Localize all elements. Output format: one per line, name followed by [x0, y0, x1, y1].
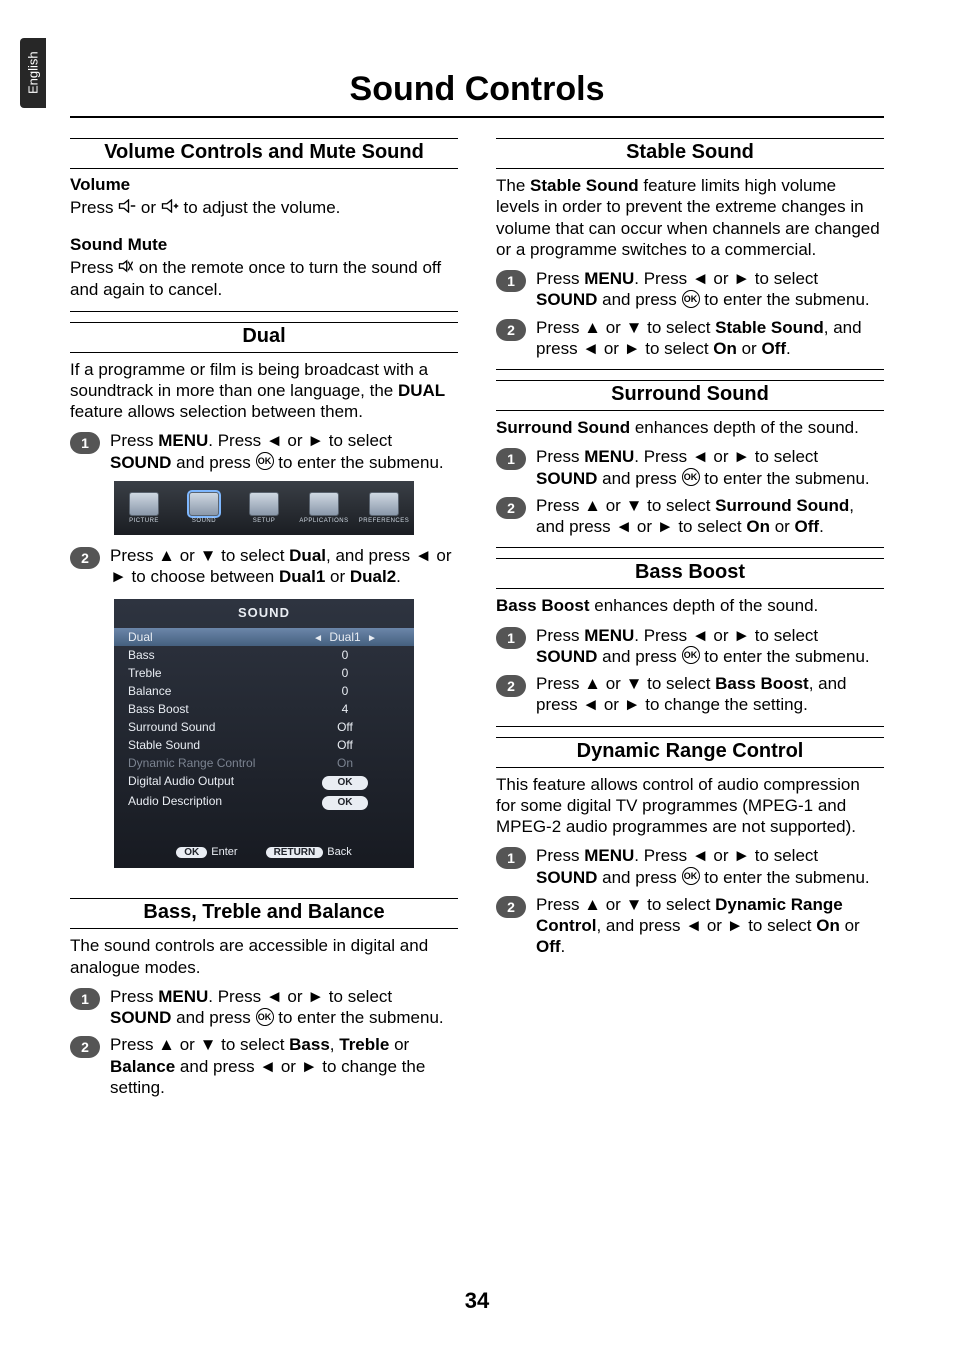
osd-title: SOUND	[114, 599, 414, 628]
heading-bass-treble-balance: Bass, Treble and Balance	[70, 898, 458, 929]
menubar-preferences: PREFERENCES	[354, 481, 414, 535]
osd-row-value: OK	[290, 774, 400, 790]
menubar-picture: PICTURE	[114, 481, 174, 535]
page-title: Sound Controls	[0, 70, 954, 109]
osd-row-value: OK	[290, 794, 400, 810]
step-badge-2: 2	[496, 319, 526, 341]
bassboost-step-1: 1 Press MENU. Press ◄ or ► to select SOU…	[496, 625, 884, 668]
osd-row: Digital Audio OutputOK	[114, 772, 414, 792]
osd-row-value: Off	[290, 720, 400, 734]
subheading-volume: Volume	[70, 175, 458, 195]
dual-step-1: 1 Press MENU. Press ◄ or ► to select SOU…	[70, 430, 458, 473]
osd-row-value: 0	[290, 684, 400, 698]
osd-row-value: 4	[290, 702, 400, 716]
osd-row: Treble0	[114, 664, 414, 682]
menubar-setup: SETUP	[234, 481, 294, 535]
divider	[496, 547, 884, 548]
stable-step-2: 2 Press ▲ or ▼ to select Stable Sound, a…	[496, 317, 884, 360]
volume-up-icon	[161, 197, 179, 218]
bassboost-step-2: 2 Press ▲ or ▼ to select Bass Boost, and…	[496, 673, 884, 716]
volume-text: Press or to adjust the volume.	[70, 197, 458, 219]
surround-step-2: 2 Press ▲ or ▼ to select Surround Sound,…	[496, 495, 884, 538]
divider	[70, 311, 458, 312]
osd-row: Stable SoundOff	[114, 736, 414, 754]
osd-row: Dynamic Range ControlOn	[114, 754, 414, 772]
ok-icon: OK	[682, 646, 700, 664]
drc-intro: This feature allows control of audio com…	[496, 774, 884, 838]
mute-icon	[118, 257, 134, 278]
heading-dynamic-range-control: Dynamic Range Control	[496, 737, 884, 768]
bassboost-intro: Bass Boost enhances depth of the sound.	[496, 595, 884, 616]
menubar-graphic: PICTURE SOUND SETUP APPLICATIONS PREFERE…	[114, 481, 414, 535]
heading-surround-sound: Surround Sound	[496, 380, 884, 411]
step-badge-2: 2	[70, 547, 100, 569]
step-badge-2: 2	[70, 1036, 100, 1058]
drc-step-2: 2 Press ▲ or ▼ to select Dynamic Range C…	[496, 894, 884, 958]
page-number: 34	[0, 1288, 954, 1314]
osd-footer: OKEnter RETURNBack	[114, 846, 414, 858]
osd-row-label: Bass Boost	[128, 702, 290, 716]
mute-text: Press on the remote once to turn the sou…	[70, 257, 458, 300]
btb-step-1: 1 Press MENU. Press ◄ or ► to select SOU…	[70, 986, 458, 1029]
osd-row-value: ◄ Dual1 ►	[290, 630, 400, 644]
osd-row-value: 0	[290, 666, 400, 680]
osd-row-label: Balance	[128, 684, 290, 698]
ok-icon: OK	[256, 1008, 274, 1026]
osd-row: Bass0	[114, 646, 414, 664]
osd-row-value: On	[290, 756, 400, 770]
divider	[496, 726, 884, 727]
stable-intro: The Stable Sound feature limits high vol…	[496, 175, 884, 260]
step-badge-2: 2	[496, 497, 526, 519]
heading-bass-boost: Bass Boost	[496, 558, 884, 589]
stable-step-1: 1 Press MENU. Press ◄ or ► to select SOU…	[496, 268, 884, 311]
menubar-sound: SOUND	[174, 481, 234, 535]
dual-step-2: 2 Press ▲ or ▼ to select Dual, and press…	[70, 545, 458, 588]
osd-row-label: Stable Sound	[128, 738, 290, 752]
osd-row-value: Off	[290, 738, 400, 752]
step-badge-1: 1	[70, 988, 100, 1010]
ok-icon: OK	[256, 452, 274, 470]
btb-step-2: 2 Press ▲ or ▼ to select Bass, Treble or…	[70, 1034, 458, 1098]
osd-row: Bass Boost4	[114, 700, 414, 718]
surround-intro: Surround Sound enhances depth of the sou…	[496, 417, 884, 438]
osd-row: Balance0	[114, 682, 414, 700]
heading-volume-mute: Volume Controls and Mute Sound	[70, 138, 458, 169]
sound-osd: SOUND Dual◄ Dual1 ►Bass0Treble0Balance0B…	[114, 599, 414, 868]
osd-row-label: Surround Sound	[128, 720, 290, 734]
osd-row-label: Treble	[128, 666, 290, 680]
left-column: Volume Controls and Mute Sound Volume Pr…	[70, 128, 458, 1104]
title-underline	[70, 116, 884, 118]
osd-row-label: Dynamic Range Control	[128, 756, 290, 770]
step-badge-2: 2	[496, 675, 526, 697]
step-badge-1: 1	[496, 448, 526, 470]
subheading-mute: Sound Mute	[70, 235, 458, 255]
ok-icon: OK	[682, 290, 700, 308]
heading-dual: Dual	[70, 322, 458, 353]
osd-row-label: Bass	[128, 648, 290, 662]
osd-row-label: Audio Description	[128, 794, 290, 810]
ok-icon: OK	[682, 468, 700, 486]
osd-row: Surround SoundOff	[114, 718, 414, 736]
osd-row: Audio DescriptionOK	[114, 792, 414, 812]
divider	[496, 369, 884, 370]
right-column: Stable Sound The Stable Sound feature li…	[496, 128, 884, 1104]
volume-down-icon	[118, 197, 136, 218]
step-badge-1: 1	[496, 847, 526, 869]
btb-intro: The sound controls are accessible in dig…	[70, 935, 458, 978]
step-badge-1: 1	[70, 432, 100, 454]
drc-step-1: 1 Press MENU. Press ◄ or ► to select SOU…	[496, 845, 884, 888]
menubar-applications: APPLICATIONS	[294, 481, 354, 535]
osd-row-value: 0	[290, 648, 400, 662]
heading-stable-sound: Stable Sound	[496, 138, 884, 169]
osd-row-label: Dual	[128, 630, 290, 644]
step-badge-1: 1	[496, 270, 526, 292]
ok-icon: OK	[682, 867, 700, 885]
step-badge-1: 1	[496, 627, 526, 649]
osd-row-label: Digital Audio Output	[128, 774, 290, 790]
osd-row: Dual◄ Dual1 ►	[114, 628, 414, 646]
step-badge-2: 2	[496, 896, 526, 918]
surround-step-1: 1 Press MENU. Press ◄ or ► to select SOU…	[496, 446, 884, 489]
dual-intro: If a programme or film is being broadcas…	[70, 359, 458, 423]
